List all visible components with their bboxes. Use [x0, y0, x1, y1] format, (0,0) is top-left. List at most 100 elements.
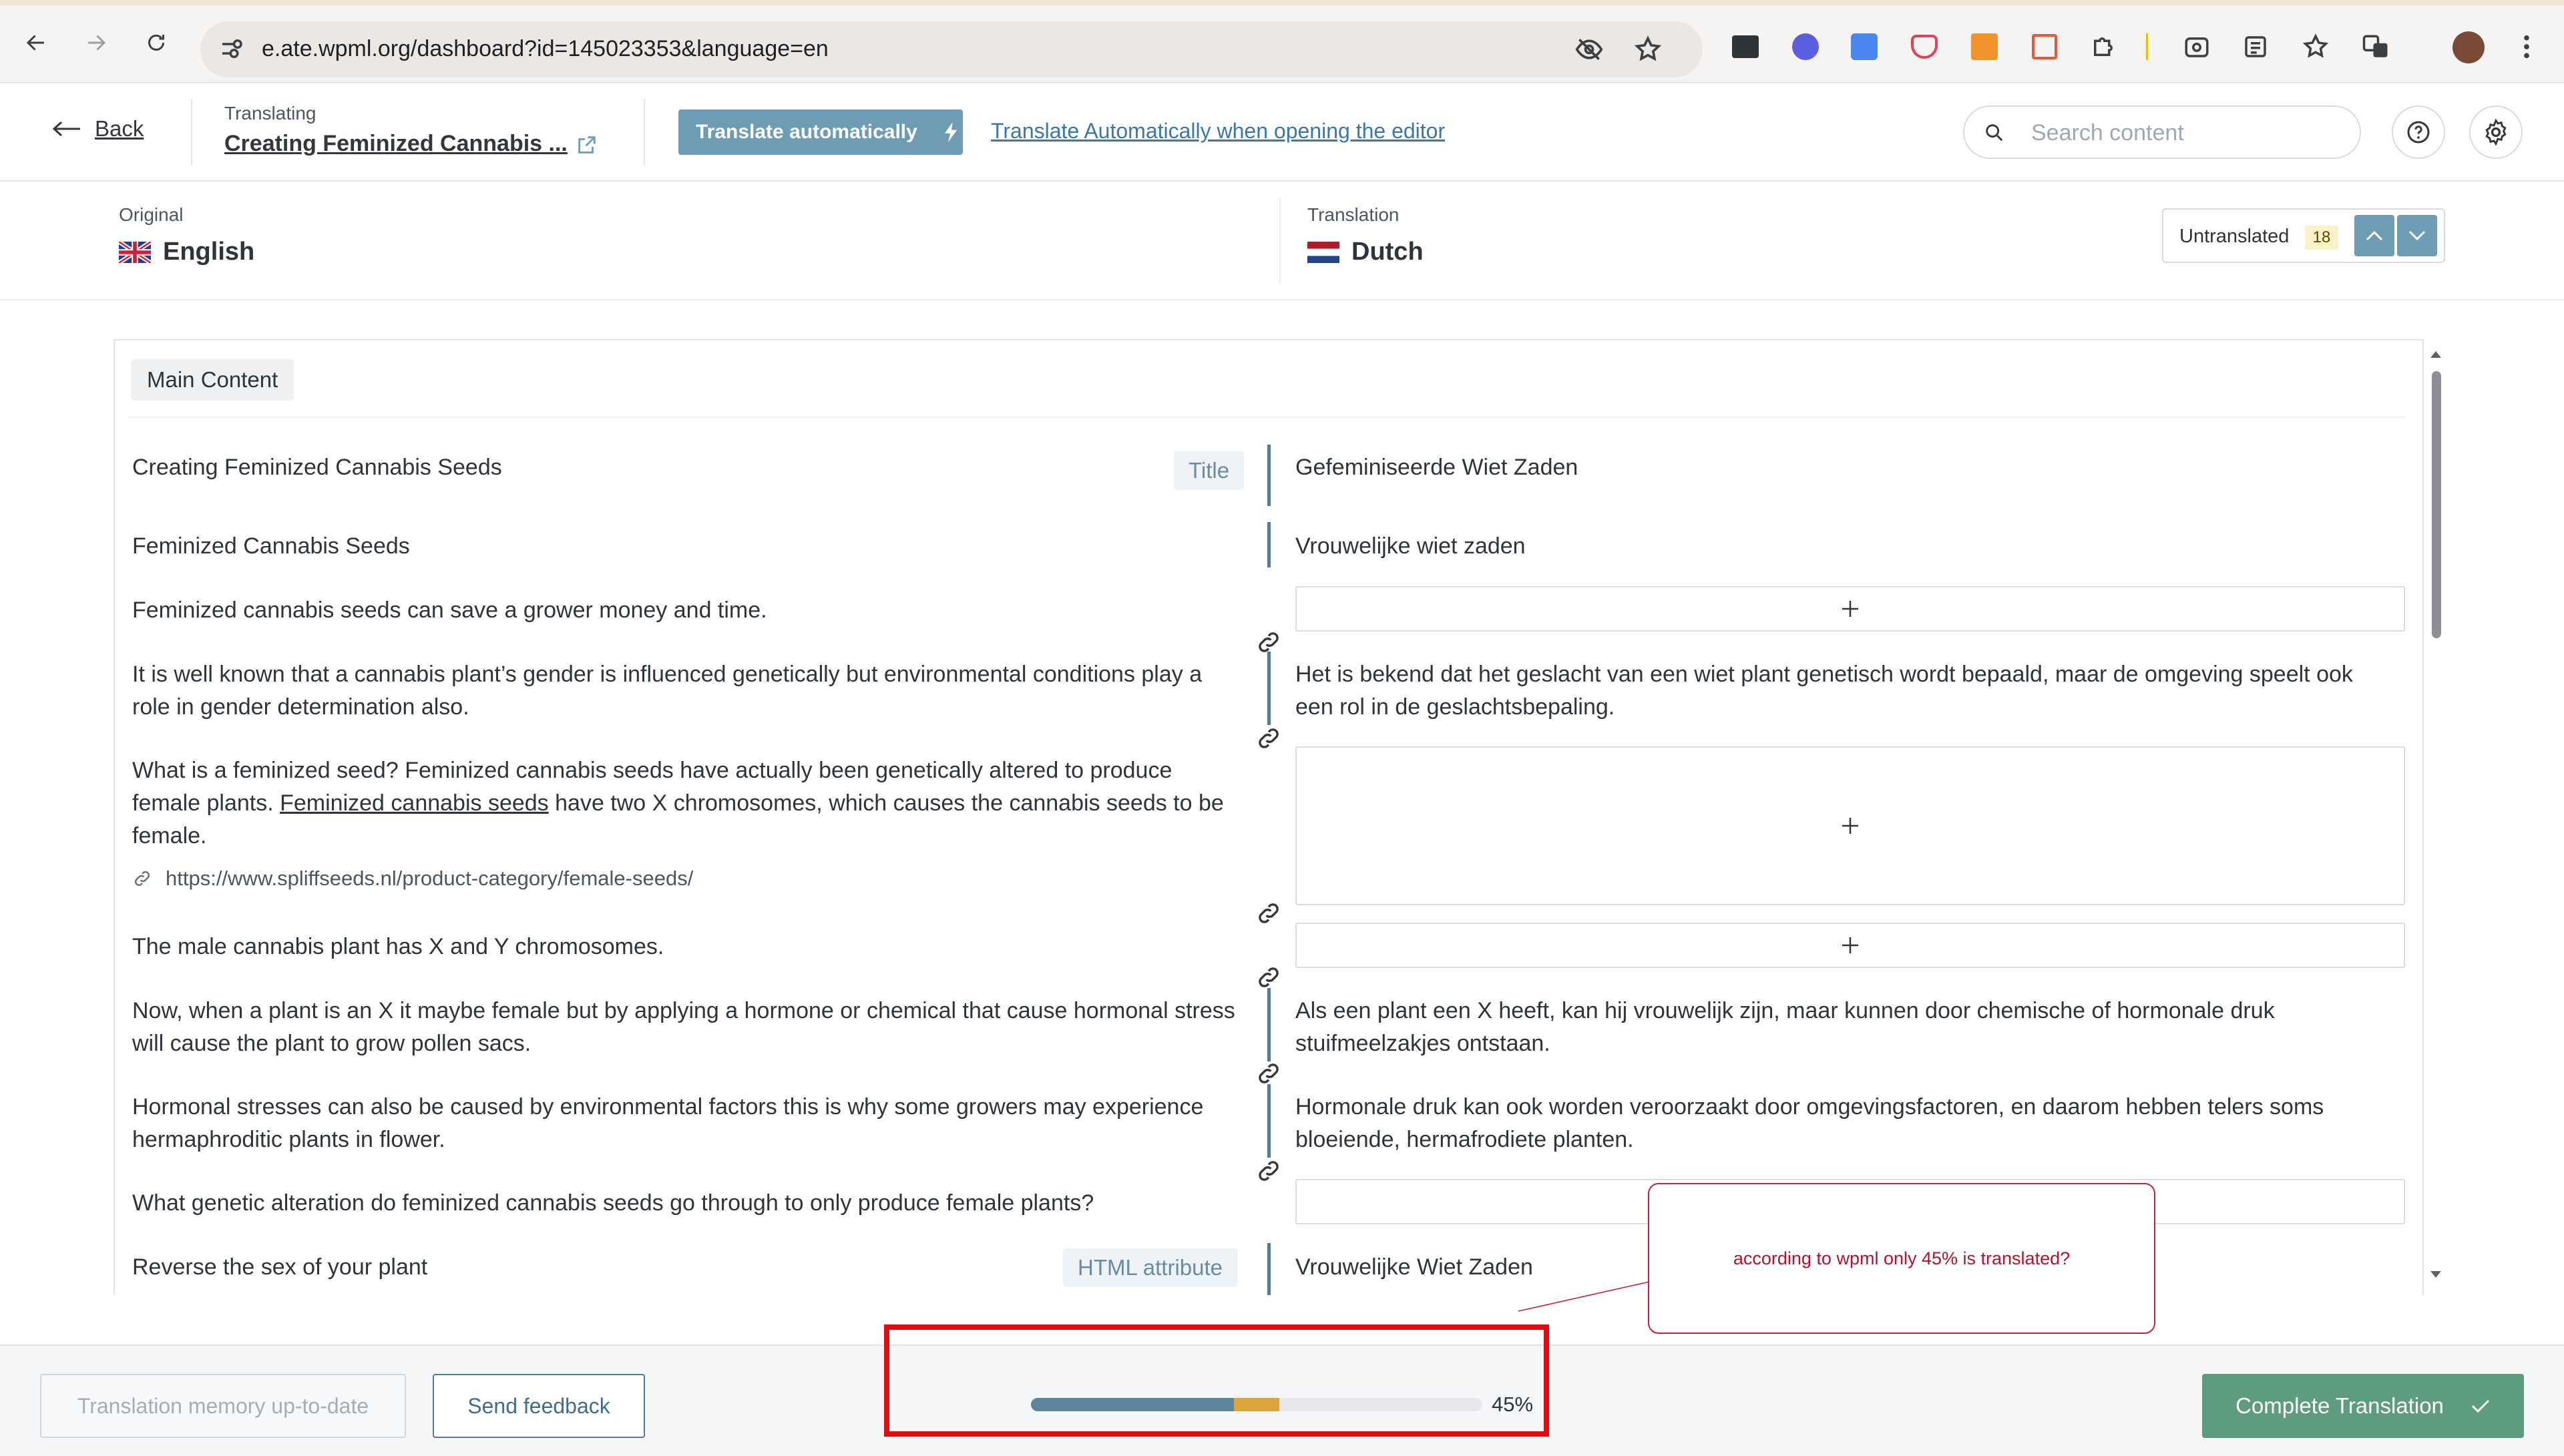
menu-icon[interactable]	[2512, 32, 2541, 61]
original-label: Original	[119, 204, 184, 225]
back-button[interactable]: Back	[52, 116, 144, 142]
nl-flag-icon	[1307, 242, 1339, 263]
link-url-row: https://www.spliffseeds.nl/product-categ…	[132, 867, 693, 891]
url-text[interactable]: e.ate.wpml.org/dashboard?id=145023353&la…	[262, 36, 829, 62]
translating-label: Translating	[224, 103, 316, 124]
eye-off-icon[interactable]	[1574, 35, 1604, 64]
add-translation-cell[interactable]	[1295, 586, 2405, 632]
segment-type-tag: HTML attribute	[1063, 1248, 1238, 1287]
target-segment[interactable]: Vrouwelijke wiet zaden	[1295, 530, 2390, 563]
link-icon[interactable]	[1254, 1156, 1283, 1186]
search-placeholder: Search content	[2031, 120, 2184, 146]
source-segment[interactable]: Feminized cannabis seeds can save a grow…	[132, 594, 1241, 627]
language-header: Original English Translation Dutch Untra…	[0, 182, 2564, 300]
translate-automatically-on-open-link[interactable]: Translate Automatically when opening the…	[991, 119, 1445, 144]
complete-translation-button[interactable]: Complete Translation	[2202, 1374, 2524, 1438]
js-icon[interactable]	[1970, 32, 1999, 61]
next-untranslated-button[interactable]	[2397, 215, 2437, 256]
source-segment[interactable]: What is a feminized seed? Feminized cann…	[132, 754, 1241, 853]
search-icon	[1983, 122, 2006, 144]
lightning-icon	[944, 122, 959, 142]
screenshot-icon[interactable]	[2182, 32, 2211, 61]
send-feedback-button[interactable]: Send feedback	[433, 1374, 645, 1438]
source-segment[interactable]: It is well known that a cannabis plant’s…	[132, 658, 1241, 724]
target-segment[interactable]: Het is bekend dat het geslacht van een w…	[1295, 658, 2390, 724]
segment-divider	[1267, 988, 1271, 1061]
translate-ext-icon[interactable]	[1850, 32, 1879, 61]
document-title-link[interactable]: Creating Feminized Cannabis ...	[224, 131, 568, 157]
translation-language: Dutch	[1351, 238, 1424, 266]
star-icon[interactable]	[1633, 35, 1663, 64]
help-button[interactable]	[2392, 105, 2445, 159]
target-segment[interactable]: Als een plant een X heeft, kan hij vrouw…	[1295, 995, 2390, 1060]
extension-1-icon[interactable]	[1731, 32, 1760, 61]
browser-toolbar: e.ate.wpml.org/dashboard?id=145023353&la…	[0, 0, 2564, 83]
translate-automatically-button[interactable]: Translate automatically	[678, 109, 963, 155]
site-info-icon[interactable]	[218, 35, 246, 63]
segment-divider	[1267, 522, 1271, 567]
highlight-box	[884, 1324, 1549, 1437]
back-icon[interactable]	[19, 25, 53, 60]
divider	[191, 99, 192, 166]
link-url: https://www.spliffseeds.nl/product-categ…	[166, 867, 694, 890]
untranslated-label: Untranslated	[2179, 226, 2290, 247]
puzzle-icon[interactable]	[2089, 32, 2118, 61]
link-icon[interactable]	[1254, 724, 1283, 753]
untranslated-count-badge: 18	[2305, 226, 2338, 250]
segment-divider	[1267, 1084, 1271, 1158]
callout-pointer	[1518, 1281, 1650, 1312]
pocket-icon[interactable]	[1910, 32, 1939, 61]
target-segment[interactable]: Hormonale druk kan ook worden veroorzaak…	[1295, 1091, 2390, 1156]
check-icon	[2471, 1398, 2491, 1414]
address-bar[interactable]: e.ate.wpml.org/dashboard?id=145023353&la…	[200, 21, 1703, 77]
forward-icon[interactable]	[79, 25, 114, 60]
divider	[644, 99, 645, 166]
source-inline-link[interactable]: Feminized cannabis seeds	[280, 790, 549, 816]
add-translation-cell[interactable]	[1295, 746, 2405, 905]
translation-editor: Main Content Creating Feminized Cannabis…	[114, 339, 2424, 1295]
chevron-up-icon	[2365, 230, 2384, 242]
segment-type-tag: Title	[1174, 451, 1245, 490]
reading-list-icon[interactable]	[2241, 32, 2270, 61]
translation-memory-button: Translation memory up-to-date	[40, 1374, 406, 1438]
help-icon	[2405, 119, 2432, 146]
complete-translation-label: Complete Translation	[2235, 1393, 2444, 1418]
search-input[interactable]: Search content	[1963, 105, 2361, 159]
divider	[128, 417, 2405, 418]
annotation-callout: according to wpml only 45% is translated…	[1648, 1183, 2155, 1334]
link-icon	[132, 869, 152, 889]
profile-avatar[interactable]	[2452, 31, 2485, 64]
source-segment[interactable]: Creating Feminized Cannabis Seeds	[132, 451, 1241, 484]
source-segment[interactable]: The male cannabis plant has X and Y chro…	[132, 931, 1241, 963]
extension-2-icon[interactable]	[1791, 32, 1820, 61]
settings-button[interactable]	[2469, 105, 2523, 159]
translate-icon[interactable]	[2361, 32, 2390, 61]
target-segment[interactable]: Gefeminiseerde Wiet Zaden	[1295, 451, 2390, 484]
add-translation-cell[interactable]	[1295, 923, 2405, 968]
external-link-icon[interactable]	[576, 134, 598, 156]
original-language: English	[163, 238, 255, 266]
source-segment[interactable]: Now, when a plant is an X it maybe femal…	[132, 995, 1241, 1060]
segment-divider	[1267, 445, 1271, 506]
gear-icon	[2481, 117, 2511, 147]
plus-icon	[1841, 599, 1860, 618]
source-segment[interactable]: What genetic alteration do feminized can…	[132, 1187, 1241, 1220]
reload-icon[interactable]	[139, 25, 174, 60]
uk-flag-icon	[119, 242, 151, 263]
back-label: Back	[95, 116, 144, 141]
toolbar-divider	[2146, 33, 2148, 60]
arrow-left-icon	[52, 120, 81, 138]
gift-icon[interactable]	[2030, 32, 2059, 61]
translation-label: Translation	[1307, 204, 1400, 225]
source-segment[interactable]: Feminized Cannabis Seeds	[132, 530, 1241, 563]
scrollbar-thumb[interactable]	[2432, 371, 2441, 638]
previous-untranslated-button[interactable]	[2354, 215, 2394, 256]
chevron-down-icon	[2408, 230, 2426, 242]
source-segment[interactable]: Hormonal stresses can also be caused by …	[132, 1091, 1241, 1156]
segment-divider	[1267, 652, 1271, 725]
editor-header: Back Translating Creating Feminized Cann…	[0, 83, 2564, 182]
plus-icon	[1841, 936, 1860, 955]
link-icon[interactable]	[1254, 899, 1283, 928]
favorites-icon[interactable]	[2301, 32, 2330, 61]
section-label: Main Content	[131, 359, 294, 401]
